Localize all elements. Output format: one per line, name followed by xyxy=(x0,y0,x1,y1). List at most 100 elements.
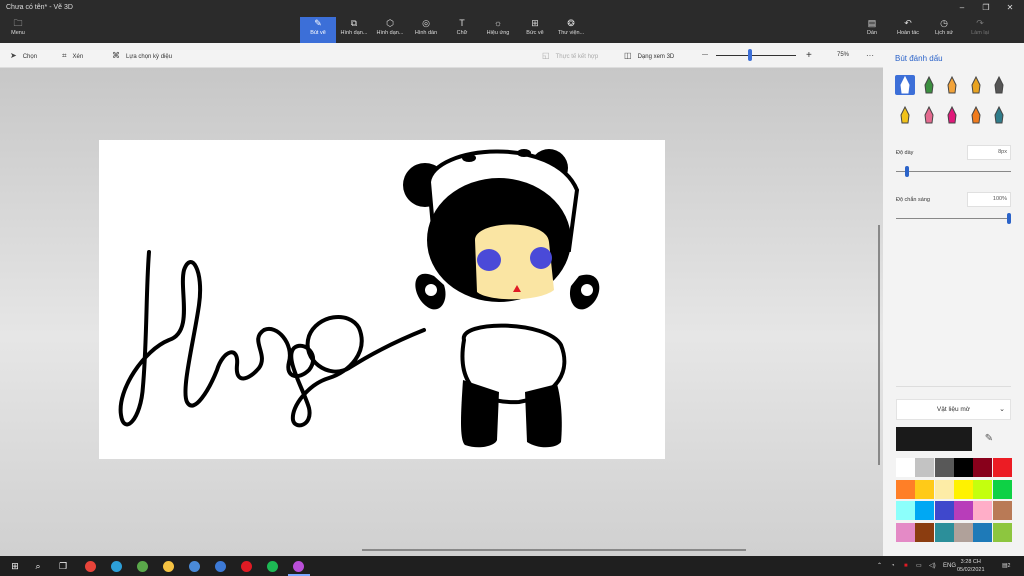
vertical-scrollbar[interactable] xyxy=(878,225,880,465)
current-color-swatch[interactable] xyxy=(896,427,972,451)
mail-icon[interactable] xyxy=(215,561,226,572)
color-swatch[interactable] xyxy=(973,501,993,520)
zoom-out-button[interactable]: — xyxy=(702,43,708,68)
horizontal-scrollbar[interactable] xyxy=(362,549,746,551)
zoom-in-button[interactable]: + xyxy=(806,43,812,68)
notification-icon[interactable]: ▤2 xyxy=(1002,556,1010,576)
cursor-icon: ➤ xyxy=(10,51,17,60)
color-swatch[interactable] xyxy=(896,501,915,520)
zoom-slider-thumb[interactable] xyxy=(747,49,752,61)
panel-divider xyxy=(896,386,1011,387)
language-indicator[interactable]: ENG xyxy=(943,556,956,576)
color-swatch[interactable] xyxy=(915,458,935,477)
eyedropper-icon[interactable]: ✎ xyxy=(979,429,999,449)
tool-history[interactable]: ◷ Lịch sử xyxy=(926,17,962,43)
opacity-slider-thumb[interactable] xyxy=(1007,213,1011,224)
color-swatch[interactable] xyxy=(973,479,993,499)
marker-icon[interactable] xyxy=(895,75,915,95)
pinterest-icon[interactable] xyxy=(241,561,252,572)
thickness-slider-thumb[interactable] xyxy=(904,166,909,177)
search-icon[interactable]: ⌕ xyxy=(27,556,49,576)
tray-antivirus-icon[interactable]: ■ xyxy=(904,556,908,576)
tool-3d-shapes[interactable]: ⬡ Hình dạn... xyxy=(372,17,408,43)
crop-button[interactable]: ⌗ Xén xyxy=(62,43,83,68)
color-swatch[interactable] xyxy=(973,458,993,477)
tray-chevron-icon[interactable]: ⌃ xyxy=(877,556,882,576)
opacity-slider[interactable] xyxy=(896,218,1011,219)
pixel-pen-icon[interactable] xyxy=(989,75,1009,95)
tool-text[interactable]: T Chữ xyxy=(444,17,480,43)
chrome-icon[interactable] xyxy=(85,561,96,572)
color-swatch[interactable] xyxy=(992,479,1012,499)
color-swatch[interactable] xyxy=(953,501,973,520)
spray-can-icon[interactable] xyxy=(966,105,986,125)
eraser-icon[interactable] xyxy=(919,105,939,125)
color-swatch[interactable] xyxy=(915,479,935,499)
more-options-button[interactable]: ··· xyxy=(866,43,874,68)
edge-icon[interactable] xyxy=(111,561,122,572)
store-icon[interactable] xyxy=(189,561,200,572)
color-swatch[interactable] xyxy=(953,522,973,542)
taskbar-clock[interactable]: 3:28 CH 05/02/2021 xyxy=(957,558,985,574)
color-swatch[interactable] xyxy=(915,522,935,542)
color-swatch[interactable] xyxy=(896,458,915,477)
tray-volume-icon[interactable]: ◁) xyxy=(929,556,936,576)
text-icon: T xyxy=(459,18,465,28)
spotify-icon[interactable] xyxy=(267,561,278,572)
windows-start-icon[interactable]: ⊞ xyxy=(4,556,26,576)
thickness-input[interactable]: 8px xyxy=(967,145,1011,160)
drawing-canvas[interactable] xyxy=(99,140,665,459)
tool-2d-shapes[interactable]: ⧉ Hình dạn... xyxy=(336,17,372,43)
select-button[interactable]: ➤ Chọn xyxy=(10,43,37,68)
paste-icon: ▤ xyxy=(867,18,877,28)
color-swatch[interactable] xyxy=(992,458,1012,477)
color-swatch[interactable] xyxy=(934,522,954,542)
file-explorer-icon[interactable] xyxy=(163,561,174,572)
pencil-icon[interactable] xyxy=(895,105,915,125)
maximize-button[interactable]: ❐ xyxy=(976,2,996,14)
view-3d-toggle[interactable]: ◫ Dạng xem 3D xyxy=(624,43,674,68)
panel-title: Bút đánh dấu xyxy=(895,54,943,63)
minimize-button[interactable]: – xyxy=(952,2,972,14)
color-swatch[interactable] xyxy=(896,522,915,542)
calligraphy-pen-icon[interactable] xyxy=(919,75,939,95)
thickness-slider[interactable] xyxy=(896,171,1011,172)
window-title: Chưa có tên* - Vẽ 3D xyxy=(6,4,73,11)
coccoc-icon[interactable] xyxy=(137,561,148,572)
close-button[interactable]: ✕ xyxy=(1000,2,1020,14)
color-swatch[interactable] xyxy=(953,458,973,477)
color-swatch[interactable] xyxy=(896,479,915,499)
mixed-reality-button[interactable]: ◱ Thực tế kết hợp xyxy=(542,43,598,68)
tool-3d-library[interactable]: ❂ Thư viện... xyxy=(553,17,589,43)
tool-canvas[interactable]: ⊞ Bức vẽ xyxy=(517,17,553,43)
oil-brush-icon[interactable] xyxy=(942,75,962,95)
task-view-icon[interactable]: ❐ xyxy=(52,556,74,576)
magic-select-button[interactable]: ⌘ Lựa chọn kỳ diệu xyxy=(112,43,172,68)
color-swatch[interactable] xyxy=(992,522,1012,542)
color-swatch[interactable] xyxy=(915,501,935,520)
zoom-slider[interactable] xyxy=(716,55,796,56)
color-swatch[interactable] xyxy=(992,501,1012,520)
paint3d-icon[interactable] xyxy=(293,561,304,572)
watercolor-icon[interactable] xyxy=(966,75,986,95)
tool-redo[interactable]: ↷ Làm lại xyxy=(962,17,998,43)
tray-battery-icon[interactable]: ▭ xyxy=(916,556,922,576)
tool-paste[interactable]: ▤ Dán xyxy=(854,17,890,43)
tool-effects[interactable]: ☼ Hiệu ứng xyxy=(480,17,516,43)
color-swatch[interactable] xyxy=(934,458,954,477)
tray-network-icon[interactable]: ◔ xyxy=(891,556,895,576)
color-swatch[interactable] xyxy=(934,501,954,520)
color-swatch[interactable] xyxy=(973,522,993,542)
tool-brush[interactable]: ✎ Bút vẽ xyxy=(300,17,336,43)
color-swatch[interactable] xyxy=(953,479,973,499)
title-ribbon-bar: Chưa có tên* - Vẽ 3D – ❐ ✕ 🗀 Menu ✎ Bút v… xyxy=(0,0,1024,43)
color-swatch[interactable] xyxy=(934,479,954,499)
crayon-icon[interactable] xyxy=(942,105,962,125)
tool-stickers[interactable]: ◎ Hình dán xyxy=(408,17,444,43)
brush-properties-panel: Bút đánh dấu Độ dày 8px Độ chắn sáng 100… xyxy=(883,43,1024,556)
material-dropdown[interactable]: Vật liệu mờ ⌄ xyxy=(896,399,1011,420)
menu-button[interactable]: 🗀 Menu xyxy=(0,17,36,43)
tool-undo[interactable]: ↶ Hoàn tác xyxy=(890,17,926,43)
fill-icon[interactable] xyxy=(989,105,1009,125)
opacity-input[interactable]: 100% xyxy=(967,192,1011,207)
